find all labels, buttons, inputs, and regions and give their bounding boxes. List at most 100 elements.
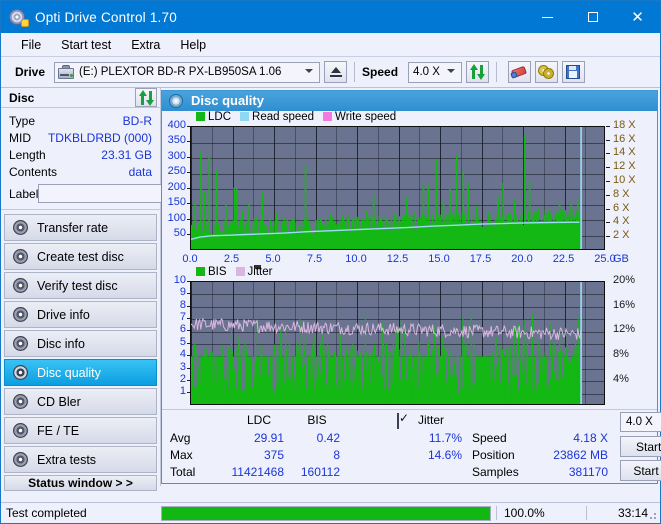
y-axis-tick: 1: [179, 385, 186, 398]
legend-swatch: [196, 112, 205, 122]
app-disc-icon: [9, 8, 29, 27]
chevron-down-icon: [305, 67, 314, 76]
status-bar: Test completed 100.0% 33:14: [1, 502, 660, 523]
x-axis-tick: 22.5: [552, 252, 575, 265]
status-window-button[interactable]: Status window > >: [4, 475, 157, 491]
y-axis-tickmark: [187, 318, 190, 320]
test-nav-list: Transfer rate Create test disc Verify te…: [1, 210, 160, 475]
legend-label: Write speed: [335, 110, 397, 123]
sidebar-item-label: Transfer rate: [37, 220, 109, 235]
y-axis-tick: 10: [173, 273, 186, 286]
legend-label: BIS: [208, 265, 227, 278]
sidebar-item-cd-bler[interactable]: CD Bler: [4, 388, 157, 415]
y-axis-tickmark: [187, 141, 190, 143]
disc-field-contents-value: data: [128, 164, 152, 179]
erase-button[interactable]: [508, 61, 532, 83]
y2-axis-tick: 6 X: [613, 201, 630, 214]
results-row-max: Max: [170, 448, 193, 463]
sidebar-item-verify-test-disc[interactable]: Verify test disc: [4, 272, 157, 299]
sidebar-item-disc-quality[interactable]: Disc quality: [4, 359, 157, 386]
sidebar-item-label: Extra tests: [37, 452, 97, 467]
sidebar-item-transfer-rate[interactable]: Transfer rate: [4, 214, 157, 241]
x-axis-tick: 17.5: [469, 252, 492, 265]
start-part-button[interactable]: Start part: [620, 460, 661, 482]
start-full-button[interactable]: Start full: [620, 436, 661, 458]
window-controls: ✕: [525, 1, 660, 33]
sidebar-item-drive-info[interactable]: Drive info: [4, 301, 157, 328]
chevron-down-icon: [447, 67, 456, 76]
save-button[interactable]: [562, 61, 586, 83]
y2-axis-tick: 14 X: [613, 146, 636, 159]
content-area: Disc Type BD-R MID TDKBLDRBD (000) Lengt…: [1, 88, 661, 491]
right-panel: Disc quality LDC Read speed Write speed 50 1…: [161, 90, 661, 484]
y2-axis-tick: 10 X: [613, 174, 636, 186]
discs-button[interactable]: [535, 61, 559, 83]
x-axis-tick: 5.0: [265, 252, 281, 265]
sidebar-item-extra-tests[interactable]: Extra tests: [4, 446, 157, 473]
y2-axis-tick: 12 X: [613, 160, 636, 173]
eject-icon: [329, 66, 342, 78]
chart-area: LDC Read speed Write speed 50 100 150 200 250 30…: [162, 110, 657, 420]
menu-file[interactable]: File: [11, 36, 51, 54]
menu-help[interactable]: Help: [170, 36, 216, 54]
y-axis-tick: 4: [179, 348, 186, 361]
y-axis-tick: 100: [167, 211, 186, 224]
sidebar-item-fe-te[interactable]: FE / TE: [4, 417, 157, 444]
page-title: Disc quality: [191, 93, 264, 109]
disc-icon: [13, 278, 28, 293]
chart-data-layer: [191, 126, 582, 249]
sidebar-item-create-test-disc[interactable]: Create test disc: [4, 243, 157, 270]
y-axis-tickmark: [187, 203, 190, 205]
disc-icon: [13, 249, 28, 264]
legend-item: Jitter: [235, 266, 272, 278]
test-speed-select[interactable]: 4.0 X: [620, 412, 661, 433]
disc-refresh-button[interactable]: [135, 88, 157, 107]
disc-icon: [13, 452, 28, 467]
results-panel: LDC BIS Avg Max Total 29.91 375 11421468…: [162, 409, 661, 483]
disc-icon: [13, 220, 28, 235]
maximize-button[interactable]: [570, 1, 615, 33]
y-axis-tick: 150: [167, 196, 186, 209]
results-row-avg: Avg: [170, 431, 191, 446]
x-axis-tick: 10.0: [345, 252, 367, 265]
jitter-checkbox[interactable]: [397, 413, 399, 430]
jitter-line: [191, 317, 582, 341]
drive-label: Drive: [15, 65, 46, 79]
resize-grip[interactable]: [648, 511, 658, 521]
results-jitter-max: 14.6%: [427, 448, 462, 463]
menu-extra[interactable]: Extra: [121, 36, 170, 54]
progress-percent: 100.0%: [496, 506, 586, 520]
y-axis-tickmark: [187, 280, 190, 282]
sidebar-item-label: Drive info: [37, 307, 90, 322]
y2-axis-tick: 8 X: [613, 187, 630, 200]
y-axis-tickmark: [187, 355, 190, 357]
legend-item: Read speed: [240, 111, 314, 123]
legend-swatch: [323, 112, 333, 122]
y2-axis-tick: 4%: [613, 373, 629, 386]
disc-header: Disc: [1, 88, 160, 108]
disc-info: Type BD-R MID TDKBLDRBD (000) Length 23.…: [1, 108, 243, 210]
position-label: Position: [472, 448, 515, 463]
disc-field-type-value: BD-R: [122, 113, 152, 128]
drive-select[interactable]: (E:) PLEXTOR BD-R PX-LB950SA 1.06: [54, 61, 321, 83]
y-axis-tickmark: [187, 218, 190, 220]
disc-field-mid-key: MID: [9, 130, 31, 145]
disc-field-mid: MID TDKBLDRBD (000): [9, 129, 152, 146]
x-axis-tick: 15.0: [428, 252, 450, 265]
eject-button[interactable]: [324, 61, 348, 83]
y2-axis-tickmark: [606, 236, 610, 238]
minimize-button[interactable]: [525, 1, 570, 33]
menu-start-test[interactable]: Start test: [51, 36, 121, 54]
toolbar-divider: [354, 62, 356, 82]
speed-select[interactable]: 4.0 X: [408, 61, 463, 83]
y-axis-tick: 3: [179, 360, 186, 373]
app-window: Opti Drive Control 1.70 ✕ File Start tes…: [0, 0, 661, 524]
chart-data-layer: [191, 281, 582, 404]
sidebar-item-disc-info[interactable]: Disc info: [4, 330, 157, 357]
x-axis-tick: 2.5: [223, 252, 240, 265]
close-button[interactable]: ✕: [615, 1, 660, 33]
sidebar-item-label: Verify test disc: [37, 278, 118, 293]
refresh-button[interactable]: [466, 61, 490, 83]
position-value: 23862 MB: [553, 448, 608, 463]
disc-header-label: Disc: [9, 90, 35, 105]
